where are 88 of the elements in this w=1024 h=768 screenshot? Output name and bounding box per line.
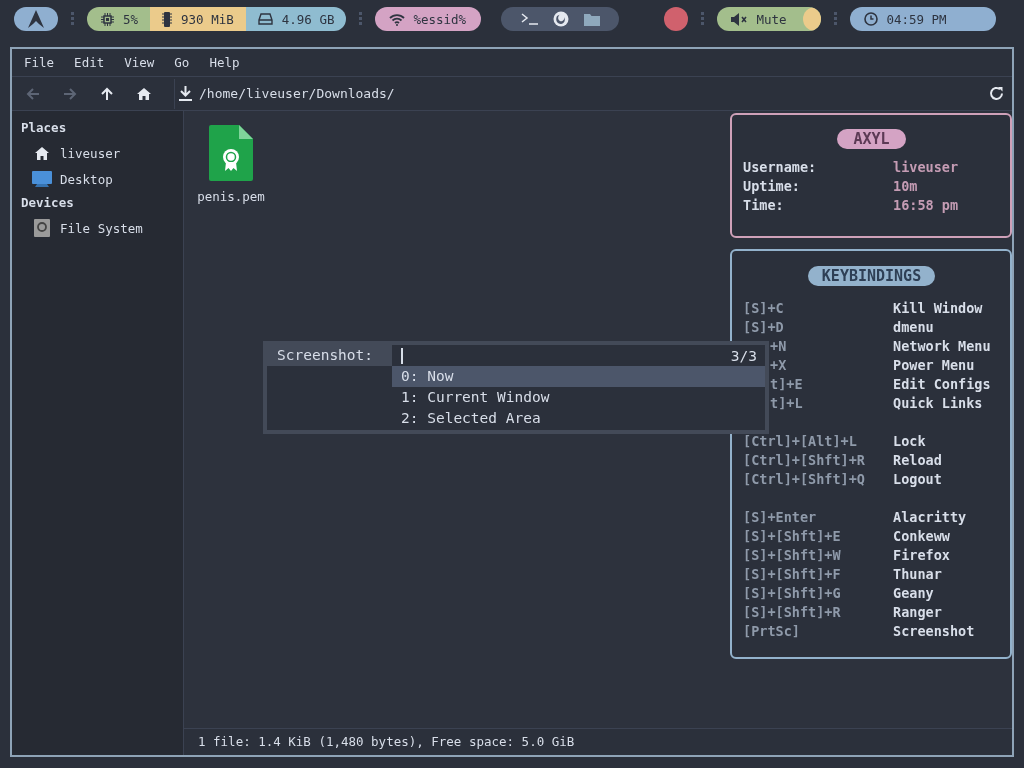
key-combo: [S]+[Shft]+G	[743, 585, 841, 601]
key-action: Alacritty	[893, 508, 967, 527]
key-action: Lock	[893, 432, 926, 451]
menu-item[interactable]: Go	[172, 55, 192, 70]
key-action: Reload	[893, 451, 942, 470]
menu-option[interactable]: 2: Selected Area	[392, 408, 765, 429]
key-combo: [S]+[Shft]+R	[743, 604, 841, 620]
sidebar-item[interactable]: liveuser	[21, 140, 183, 166]
menu-option[interactable]: 0: Now	[392, 366, 765, 387]
chip-icon	[101, 12, 114, 26]
key-combo: t]+E	[769, 376, 803, 392]
menu-item[interactable]: Edit	[72, 55, 107, 70]
key-action: Ranger	[893, 603, 942, 622]
home-icon	[137, 86, 151, 101]
key-action: Logout	[893, 470, 942, 489]
info-value: liveuser	[893, 158, 959, 177]
memory-chip-icon	[162, 11, 173, 27]
key-combo: [S]+C	[743, 300, 784, 316]
separator-dots-icon	[834, 12, 838, 26]
menu-item[interactable]: View	[122, 55, 157, 70]
key-combo: [PrtSc]	[743, 623, 800, 639]
key-combo: [Ctrl]+[Shft]+R	[743, 452, 865, 468]
info-label: Username:	[743, 158, 818, 177]
drive-icon	[257, 13, 273, 25]
info-label: Time:	[743, 196, 785, 215]
key-combo: [Ctrl]+[Alt]+L	[743, 433, 857, 449]
match-count: 3/3	[730, 347, 758, 364]
key-action: Kill Window	[893, 299, 983, 318]
separator-dots-icon	[701, 12, 705, 26]
key-combo: [S]+[Shft]+E	[743, 528, 841, 544]
file-name: penis.pem	[197, 189, 265, 204]
key-action: Geany	[893, 584, 934, 603]
separator-dots-icon	[71, 12, 74, 26]
document-tile[interactable]: penis.pem	[194, 125, 268, 204]
key-action: Edit Configs	[893, 375, 991, 394]
mountain-logo-icon	[26, 9, 46, 29]
sidebar-item[interactable]: File System	[21, 215, 183, 241]
muted-speaker-icon	[731, 12, 749, 26]
folder-icon[interactable]	[584, 12, 601, 26]
location-field[interactable]: /home/liveuser/Downloads/	[174, 78, 989, 109]
volume-indicator[interactable]: Mute	[717, 7, 822, 31]
key-combo: [S]+[Shft]+F	[743, 566, 841, 582]
terminal-icon[interactable]	[520, 13, 539, 25]
sidebar-heading: Places	[21, 119, 68, 137]
stat-value: 4.96 GB	[281, 11, 335, 27]
key-combo: [S]+Enter	[743, 509, 817, 525]
network-indicator[interactable]: %essid%	[375, 7, 482, 31]
launcher-button[interactable]	[14, 7, 58, 31]
menu-option[interactable]: 1: Current Window	[392, 387, 765, 408]
key-action: Screenshot	[893, 622, 975, 641]
record-indicator-icon	[664, 7, 689, 31]
monitor-icon	[32, 171, 52, 187]
stat-value: 5%	[123, 11, 139, 27]
key-combo: +N	[769, 338, 787, 354]
key-combo: [S]+D	[743, 319, 784, 335]
key-action: Thunar	[893, 565, 942, 584]
key-action: dmenu	[893, 318, 934, 337]
left-arrow-icon	[26, 86, 40, 101]
info-value: 16:58 pm	[893, 196, 959, 215]
right-arrow-icon	[63, 86, 77, 101]
reload-icon[interactable]	[989, 86, 1004, 101]
hard-drive-icon	[32, 219, 52, 237]
panel-title: AXYL	[837, 129, 906, 149]
key-action: Power Menu	[893, 356, 975, 375]
key-combo: t]+L	[769, 395, 803, 411]
clock-icon	[864, 12, 879, 26]
download-icon	[179, 86, 192, 101]
key-action: Conkeww	[893, 527, 950, 546]
menu-item[interactable]: Help	[207, 55, 242, 70]
key-combo: [S]+[Shft]+W	[743, 547, 841, 563]
separator-dots-icon	[359, 12, 363, 26]
wifi-icon	[389, 12, 406, 26]
key-action: Quick Links	[893, 394, 983, 413]
menu-item[interactable]: File	[22, 55, 57, 70]
prompt-label: Screenshot:	[267, 345, 392, 366]
key-action: Firefox	[893, 546, 950, 565]
browser-icon[interactable]	[553, 11, 570, 27]
info-label: Uptime:	[743, 177, 801, 196]
panel-title: KEYBINDINGS	[807, 266, 936, 286]
up-arrow-icon	[100, 86, 114, 101]
key-action: Network Menu	[893, 337, 991, 356]
key-combo: [Ctrl]+[Shft]+Q	[743, 471, 865, 487]
stat-value: 930 MiB	[181, 11, 234, 27]
sidebar-heading: Devices	[21, 194, 75, 212]
certificate-file-icon	[209, 125, 253, 181]
sidebar-item[interactable]: Desktop	[21, 166, 183, 192]
info-value: 10m	[893, 177, 918, 196]
clock: 04:59 PM	[850, 7, 997, 31]
